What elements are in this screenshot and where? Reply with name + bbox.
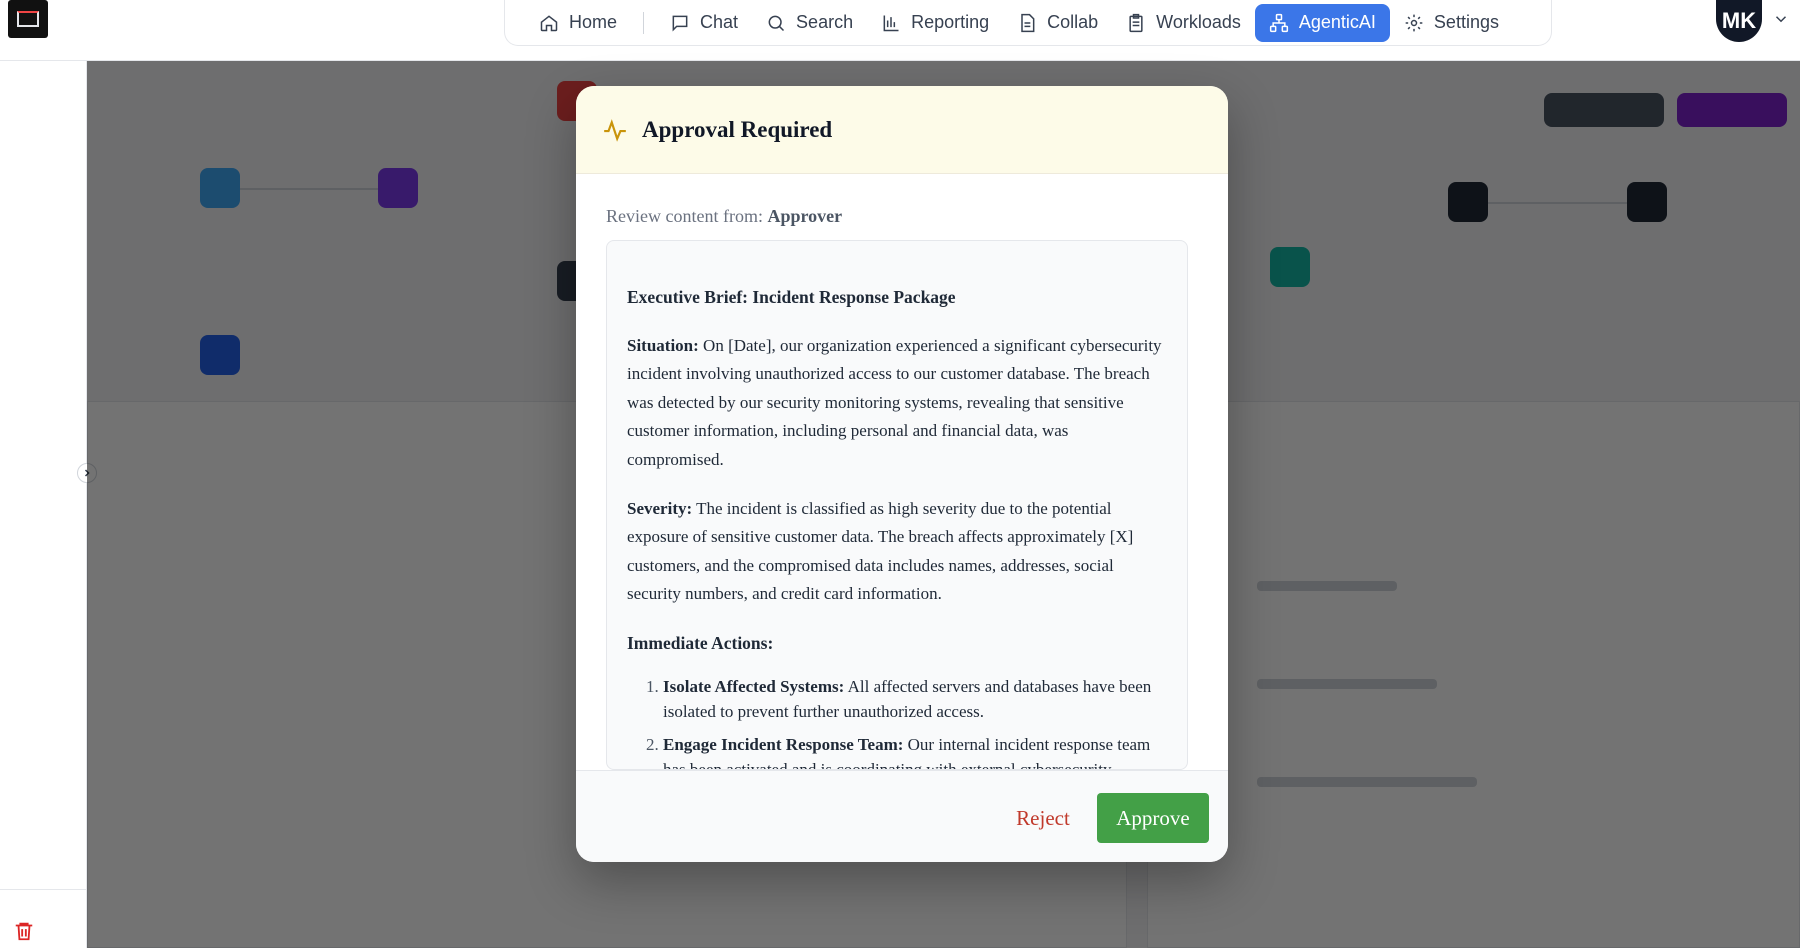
app-logo[interactable]	[8, 0, 48, 38]
approve-button[interactable]: Approve	[1097, 793, 1209, 843]
user-avatar[interactable]: MK	[1716, 0, 1762, 42]
situation-label: Situation:	[627, 335, 699, 355]
severity-label: Severity:	[627, 498, 693, 518]
list-item: Engage Incident Response Team: Our inter…	[663, 732, 1167, 769]
main-nav: Home Chat Search Reporting Collab Worklo…	[504, 0, 1552, 46]
nav-reporting[interactable]: Reporting	[867, 4, 1003, 42]
nav-divider	[643, 11, 645, 34]
chat-icon	[672, 15, 688, 31]
top-bar: Home Chat Search Reporting Collab Worklo…	[0, 0, 1800, 61]
gear-icon	[1405, 14, 1423, 31]
nav-search-label: Search	[796, 12, 854, 32]
chevron-down-icon[interactable]	[1772, 10, 1790, 28]
content-heading: Executive Brief: Incident Response Packa…	[627, 287, 956, 307]
situation-text: On [Date], our organization experienced …	[627, 335, 1162, 469]
review-prefix: Review content from:	[606, 206, 763, 226]
approval-dialog: Approval Required Review content from: A…	[576, 86, 1228, 862]
review-content[interactable]: Executive Brief: Incident Response Packa…	[606, 240, 1188, 770]
nav-settings[interactable]: Settings	[1390, 4, 1513, 42]
review-source: Approver	[767, 206, 843, 226]
action-label: Isolate Affected Systems:	[663, 676, 845, 696]
home-icon	[540, 14, 558, 31]
workflow-icon	[1269, 13, 1288, 32]
nav-home-label: Home	[569, 12, 618, 32]
review-source-line: Review content from: Approver	[606, 206, 842, 227]
nav-reporting-label: Reporting	[911, 12, 990, 32]
logo-mark	[17, 11, 39, 27]
dialog-header: Approval Required	[576, 86, 1228, 174]
bar-chart-icon	[883, 15, 899, 31]
action-label: Engage Incident Response Team:	[663, 734, 904, 754]
nav-workloads[interactable]: Workloads	[1112, 4, 1255, 42]
nav-agenticai-label: AgenticAI	[1298, 12, 1376, 32]
nav-settings-label: Settings	[1433, 12, 1499, 32]
left-sidebar	[0, 61, 87, 948]
reject-button[interactable]: Reject	[996, 793, 1090, 843]
activity-icon	[604, 118, 626, 142]
actions-heading: Immediate Actions:	[627, 632, 774, 653]
search-icon	[768, 15, 785, 31]
situation-paragraph: Situation: On [Date], our organization e…	[627, 332, 1167, 475]
severity-paragraph: Severity: The incident is classified as …	[627, 495, 1167, 609]
list-item: Isolate Affected Systems: All affected s…	[663, 674, 1167, 724]
actions-list: Isolate Affected Systems: All affected s…	[627, 674, 1167, 769]
sidebar-divider	[0, 889, 87, 890]
nav-chat-label: Chat	[700, 12, 739, 32]
nav-home[interactable]: Home	[525, 4, 631, 42]
trash-icon[interactable]	[13, 919, 35, 943]
nav-workloads-label: Workloads	[1156, 12, 1241, 32]
nav-agenticai[interactable]: AgenticAI	[1254, 3, 1390, 42]
nav-chat[interactable]: Chat	[656, 4, 752, 42]
clipboard-icon	[1129, 13, 1143, 32]
severity-text: The incident is classified as high sever…	[627, 498, 1134, 604]
dialog-footer: Reject Approve	[576, 770, 1228, 862]
nav-search[interactable]: Search	[752, 4, 867, 42]
document-icon	[1021, 13, 1035, 32]
nav-collab-label: Collab	[1047, 12, 1099, 32]
dialog-title: Approval Required	[642, 116, 833, 142]
nav-collab[interactable]: Collab	[1003, 4, 1112, 42]
